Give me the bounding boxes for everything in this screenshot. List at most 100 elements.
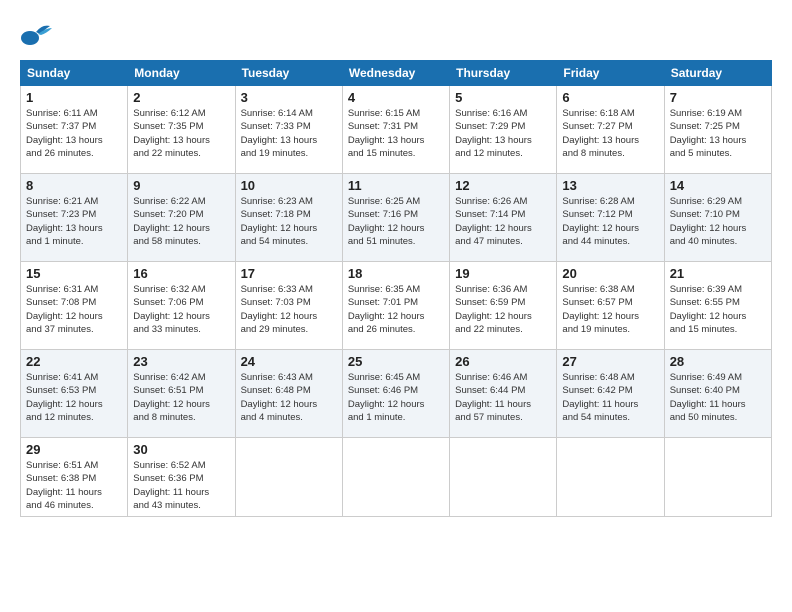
page-header: [20, 16, 772, 52]
day-number: 10: [241, 178, 337, 193]
calendar-cell: 12 Sunrise: 6:26 AM Sunset: 7:14 PM Dayli…: [450, 174, 557, 262]
day-info: Sunrise: 6:15 AM Sunset: 7:31 PM Dayligh…: [348, 107, 444, 160]
day-info: Sunrise: 6:45 AM Sunset: 6:46 PM Dayligh…: [348, 371, 444, 424]
calendar-cell: 27 Sunrise: 6:48 AM Sunset: 6:42 PM Dayli…: [557, 350, 664, 438]
calendar-cell: [557, 438, 664, 517]
day-info: Sunrise: 6:35 AM Sunset: 7:01 PM Dayligh…: [348, 283, 444, 336]
day-number: 21: [670, 266, 766, 281]
calendar-cell: 2 Sunrise: 6:12 AM Sunset: 7:35 PM Daylig…: [128, 86, 235, 174]
dow-header-saturday: Saturday: [664, 61, 771, 86]
day-number: 23: [133, 354, 229, 369]
day-info: Sunrise: 6:28 AM Sunset: 7:12 PM Dayligh…: [562, 195, 658, 248]
dow-header-sunday: Sunday: [21, 61, 128, 86]
calendar-cell: 28 Sunrise: 6:49 AM Sunset: 6:40 PM Dayli…: [664, 350, 771, 438]
day-number: 4: [348, 90, 444, 105]
day-info: Sunrise: 6:48 AM Sunset: 6:42 PM Dayligh…: [562, 371, 658, 424]
calendar-cell: 3 Sunrise: 6:14 AM Sunset: 7:33 PM Daylig…: [235, 86, 342, 174]
calendar-cell: 25 Sunrise: 6:45 AM Sunset: 6:46 PM Dayli…: [342, 350, 449, 438]
days-of-week-row: SundayMondayTuesdayWednesdayThursdayFrid…: [21, 61, 772, 86]
day-number: 9: [133, 178, 229, 193]
calendar-cell: 20 Sunrise: 6:38 AM Sunset: 6:57 PM Dayli…: [557, 262, 664, 350]
day-number: 24: [241, 354, 337, 369]
day-info: Sunrise: 6:41 AM Sunset: 6:53 PM Dayligh…: [26, 371, 122, 424]
calendar-cell: 14 Sunrise: 6:29 AM Sunset: 7:10 PM Dayli…: [664, 174, 771, 262]
day-number: 14: [670, 178, 766, 193]
day-info: Sunrise: 6:18 AM Sunset: 7:27 PM Dayligh…: [562, 107, 658, 160]
day-info: Sunrise: 6:23 AM Sunset: 7:18 PM Dayligh…: [241, 195, 337, 248]
day-info: Sunrise: 6:22 AM Sunset: 7:20 PM Dayligh…: [133, 195, 229, 248]
calendar-cell: 10 Sunrise: 6:23 AM Sunset: 7:18 PM Dayli…: [235, 174, 342, 262]
calendar-cell: 17 Sunrise: 6:33 AM Sunset: 7:03 PM Dayli…: [235, 262, 342, 350]
day-number: 28: [670, 354, 766, 369]
calendar-cell: 30Sunrise: 6:52 AM Sunset: 6:36 PM Dayli…: [128, 438, 235, 517]
calendar-cell: [235, 438, 342, 517]
calendar-cell: [450, 438, 557, 517]
day-number: 17: [241, 266, 337, 281]
calendar-cell: 9 Sunrise: 6:22 AM Sunset: 7:20 PM Daylig…: [128, 174, 235, 262]
day-number: 15: [26, 266, 122, 281]
calendar-cell: 22 Sunrise: 6:41 AM Sunset: 6:53 PM Dayli…: [21, 350, 128, 438]
calendar-cell: 5 Sunrise: 6:16 AM Sunset: 7:29 PM Daylig…: [450, 86, 557, 174]
calendar-cell: 18 Sunrise: 6:35 AM Sunset: 7:01 PM Dayli…: [342, 262, 449, 350]
day-info: Sunrise: 6:21 AM Sunset: 7:23 PM Dayligh…: [26, 195, 122, 248]
day-number: 11: [348, 178, 444, 193]
day-number: 26: [455, 354, 551, 369]
day-info: Sunrise: 6:31 AM Sunset: 7:08 PM Dayligh…: [26, 283, 122, 336]
day-number: 2: [133, 90, 229, 105]
day-number: 7: [670, 90, 766, 105]
day-info: Sunrise: 6:32 AM Sunset: 7:06 PM Dayligh…: [133, 283, 229, 336]
day-info: Sunrise: 6:33 AM Sunset: 7:03 PM Dayligh…: [241, 283, 337, 336]
calendar-cell: 4 Sunrise: 6:15 AM Sunset: 7:31 PM Daylig…: [342, 86, 449, 174]
logo: [20, 20, 54, 52]
day-number: 25: [348, 354, 444, 369]
dow-header-wednesday: Wednesday: [342, 61, 449, 86]
day-info: Sunrise: 6:43 AM Sunset: 6:48 PM Dayligh…: [241, 371, 337, 424]
day-number: 8: [26, 178, 122, 193]
day-info: Sunrise: 6:38 AM Sunset: 6:57 PM Dayligh…: [562, 283, 658, 336]
day-number: 30: [133, 442, 229, 457]
day-info: Sunrise: 6:11 AM Sunset: 7:37 PM Dayligh…: [26, 107, 122, 160]
day-info: Sunrise: 6:19 AM Sunset: 7:25 PM Dayligh…: [670, 107, 766, 160]
day-info: Sunrise: 6:29 AM Sunset: 7:10 PM Dayligh…: [670, 195, 766, 248]
calendar-cell: 8 Sunrise: 6:21 AM Sunset: 7:23 PM Daylig…: [21, 174, 128, 262]
day-info: Sunrise: 6:12 AM Sunset: 7:35 PM Dayligh…: [133, 107, 229, 160]
dow-header-monday: Monday: [128, 61, 235, 86]
calendar-cell: 11Sunrise: 6:25 AM Sunset: 7:16 PM Dayli…: [342, 174, 449, 262]
dow-header-thursday: Thursday: [450, 61, 557, 86]
day-info: Sunrise: 6:46 AM Sunset: 6:44 PM Dayligh…: [455, 371, 551, 424]
calendar-cell: 26 Sunrise: 6:46 AM Sunset: 6:44 PM Dayli…: [450, 350, 557, 438]
day-number: 1: [26, 90, 122, 105]
day-info: Sunrise: 6:36 AM Sunset: 6:59 PM Dayligh…: [455, 283, 551, 336]
calendar-cell: 19 Sunrise: 6:36 AM Sunset: 6:59 PM Dayli…: [450, 262, 557, 350]
day-number: 20: [562, 266, 658, 281]
calendar-cell: 13 Sunrise: 6:28 AM Sunset: 7:12 PM Dayli…: [557, 174, 664, 262]
calendar-cell: 7 Sunrise: 6:19 AM Sunset: 7:25 PM Daylig…: [664, 86, 771, 174]
day-number: 18: [348, 266, 444, 281]
day-number: 6: [562, 90, 658, 105]
day-number: 22: [26, 354, 122, 369]
calendar-table: SundayMondayTuesdayWednesdayThursdayFrid…: [20, 60, 772, 517]
day-info: Sunrise: 6:51 AM Sunset: 6:38 PM Dayligh…: [26, 459, 122, 512]
dow-header-tuesday: Tuesday: [235, 61, 342, 86]
day-info: Sunrise: 6:42 AM Sunset: 6:51 PM Dayligh…: [133, 371, 229, 424]
day-number: 13: [562, 178, 658, 193]
day-info: Sunrise: 6:16 AM Sunset: 7:29 PM Dayligh…: [455, 107, 551, 160]
calendar-cell: 23 Sunrise: 6:42 AM Sunset: 6:51 PM Dayli…: [128, 350, 235, 438]
logo-bird-icon: [20, 20, 52, 52]
day-number: 19: [455, 266, 551, 281]
dow-header-friday: Friday: [557, 61, 664, 86]
day-info: Sunrise: 6:49 AM Sunset: 6:40 PM Dayligh…: [670, 371, 766, 424]
day-number: 27: [562, 354, 658, 369]
calendar-cell: [664, 438, 771, 517]
day-number: 16: [133, 266, 229, 281]
calendar-cell: 21Sunrise: 6:39 AM Sunset: 6:55 PM Dayli…: [664, 262, 771, 350]
day-info: Sunrise: 6:26 AM Sunset: 7:14 PM Dayligh…: [455, 195, 551, 248]
calendar-cell: [342, 438, 449, 517]
day-number: 5: [455, 90, 551, 105]
day-number: 29: [26, 442, 122, 457]
calendar-cell: 29 Sunrise: 6:51 AM Sunset: 6:38 PM Dayli…: [21, 438, 128, 517]
calendar-cell: 16 Sunrise: 6:32 AM Sunset: 7:06 PM Dayli…: [128, 262, 235, 350]
day-info: Sunrise: 6:14 AM Sunset: 7:33 PM Dayligh…: [241, 107, 337, 160]
day-number: 3: [241, 90, 337, 105]
day-number: 12: [455, 178, 551, 193]
